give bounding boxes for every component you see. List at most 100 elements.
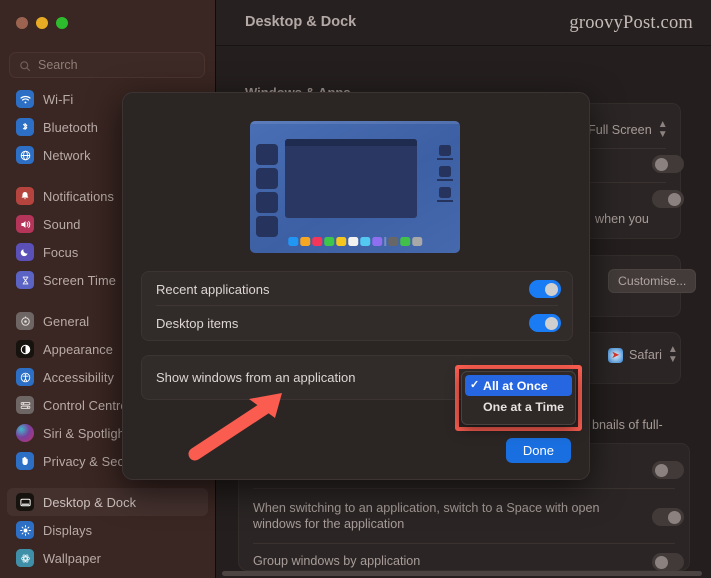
check-icon: ✓ <box>470 380 479 391</box>
dock-app-icon <box>288 237 298 247</box>
chevron-updown-icon: ▲▼ <box>658 120 668 140</box>
chevron-updown-icon: ▲▼ <box>668 345 678 365</box>
mini-window <box>439 145 451 156</box>
zoom-button[interactable] <box>56 17 68 29</box>
dock-app-icon <box>348 237 358 247</box>
sidebar-item-label: Displays <box>43 523 92 538</box>
hand-icon <box>16 452 34 470</box>
globe-icon <box>16 146 34 164</box>
default-browser-stepper[interactable]: ➤ Safari ▲▼ <box>608 345 678 365</box>
sidebar-item-label: Bluetooth <box>43 120 98 135</box>
wallpaper-icon <box>16 549 34 567</box>
bg-toggle-1[interactable] <box>652 155 684 173</box>
done-button[interactable]: Done <box>506 438 571 463</box>
dock-app-icon <box>412 237 422 247</box>
siri-icon <box>16 424 34 442</box>
bg-toggle-5[interactable] <box>652 553 684 571</box>
space-thumbnail <box>256 216 278 237</box>
app-window: Search Wi-Fi Bluetooth Network <box>0 0 711 578</box>
watermark: groovyPost.com <box>569 13 693 34</box>
sidebar-item-label: Desktop & Dock <box>43 495 136 510</box>
minimize-button[interactable] <box>36 17 48 29</box>
space-thumbnail <box>256 144 278 165</box>
sidebar-item-displays[interactable]: Displays <box>7 516 208 544</box>
mission-control-preview <box>250 121 460 253</box>
bg-text-thumbnails: bnails of full- <box>592 417 663 433</box>
preview-window-titlebar <box>285 139 417 146</box>
full-screen-stepper[interactable]: Full Screen ▲▼ <box>588 120 668 140</box>
close-button[interactable] <box>16 17 28 29</box>
search-icon <box>19 59 31 71</box>
safari-icon: ➤ <box>608 348 623 363</box>
content-header: Desktop & Dock groovyPost.com <box>216 0 711 46</box>
sidebar-item-label: Appearance <box>43 342 113 357</box>
sheet-row-desktop-items: Desktop items <box>142 306 572 340</box>
sidebar-item-label: Siri & Spotlight <box>43 426 129 441</box>
sidebar-item-label: Wallpaper <box>43 551 101 566</box>
bg-text-when-you: when you <box>595 211 649 227</box>
space-thumbnail <box>256 192 278 213</box>
space-thumbnail <box>256 168 278 189</box>
mini-window-underline <box>437 200 453 202</box>
contrast-icon <box>16 340 34 358</box>
dock-app-icon <box>312 237 322 247</box>
speaker-icon <box>16 215 34 233</box>
mini-window <box>439 187 451 198</box>
menu-item-label: One at a Time <box>483 400 564 414</box>
desktop-items-toggle[interactable] <box>529 314 561 332</box>
moon-icon <box>16 243 34 261</box>
bg-toggle-4[interactable] <box>652 508 684 526</box>
recent-applications-toggle[interactable] <box>529 280 561 298</box>
search-input[interactable]: Search <box>9 52 205 78</box>
gear-icon <box>16 312 34 330</box>
menu-item-label: All at Once <box>483 379 548 393</box>
sidebar-item-label: Accessibility <box>43 370 114 385</box>
wifi-icon <box>16 90 34 108</box>
bg-separator <box>253 488 675 489</box>
bg-row-group-windows: Group windows by application <box>253 553 420 569</box>
bg-row-switch-space: When switching to an application, switch… <box>253 500 633 532</box>
page-title: Desktop & Dock <box>245 14 356 30</box>
mini-window-underline <box>437 179 453 181</box>
bg-separator <box>253 543 675 544</box>
preview-dock <box>288 237 422 247</box>
bluetooth-icon <box>16 118 34 136</box>
sheet-row-label: Show windows from an application <box>156 370 355 385</box>
sidebar-item-label: Notifications <box>43 189 114 204</box>
hourglass-icon <box>16 271 34 289</box>
bg-toggle-3[interactable] <box>652 461 684 479</box>
dock-app-icon <box>372 237 382 247</box>
dock-separator <box>384 237 386 247</box>
preview-menubar <box>250 121 460 124</box>
menu-item-one-at-a-time[interactable]: One at a Time <box>465 396 572 417</box>
show-windows-popup[interactable]: ✓ All at Once One at a Time <box>461 371 576 425</box>
bell-icon <box>16 187 34 205</box>
dock-app-icon <box>324 237 334 247</box>
sidebar-item-label: Sound <box>43 217 81 232</box>
sidebar-item-desktop-dock[interactable]: Desktop & Dock <box>7 488 208 516</box>
sidebar-item-label: Wi-Fi <box>43 92 73 107</box>
preview-window <box>285 139 417 218</box>
bg-toggle-2[interactable] <box>652 190 684 208</box>
sidebar-item-label: Control Centre <box>43 398 128 413</box>
customise-button[interactable]: Customise... <box>608 269 696 293</box>
dock-icon <box>16 493 34 511</box>
sidebar-item-wallpaper[interactable]: Wallpaper <box>7 544 208 572</box>
sheet-row-recent-applications: Recent applications <box>142 272 572 306</box>
menu-item-all-at-once[interactable]: ✓ All at Once <box>465 375 572 396</box>
dock-app-icon <box>360 237 370 247</box>
accessibility-icon <box>16 368 34 386</box>
dock-app-icon <box>300 237 310 247</box>
brightness-icon <box>16 521 34 539</box>
mini-window <box>439 166 451 177</box>
sheet-card-toggles: Recent applications Desktop items <box>141 271 573 341</box>
sidebar-item-label: Network <box>43 148 91 163</box>
dock-app-icon <box>336 237 346 247</box>
full-screen-value: Full Screen <box>588 123 652 137</box>
dock-app-icon <box>388 237 398 247</box>
dock-app-icon <box>400 237 410 247</box>
sidebar-item-label: Focus <box>43 245 78 260</box>
sliders-icon <box>16 396 34 414</box>
horizontal-scrollbar[interactable] <box>222 571 702 576</box>
sheet-row-label: Desktop items <box>156 316 238 331</box>
